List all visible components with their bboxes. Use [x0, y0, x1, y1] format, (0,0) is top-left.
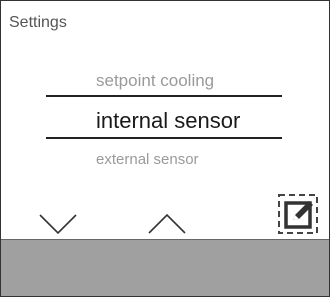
menu-item-setpoint-cooling[interactable]: setpoint cooling	[96, 71, 214, 91]
edit-button[interactable]	[277, 193, 319, 235]
chevron-down-icon	[39, 214, 77, 235]
menu-item-external-sensor[interactable]: external sensor	[96, 151, 199, 168]
chevron-up-icon	[148, 213, 186, 234]
scroll-up-button[interactable]	[147, 211, 187, 237]
menu-item-internal-sensor-selected[interactable]: internal sensor	[96, 108, 240, 134]
bottom-bar	[1, 239, 329, 296]
edit-icon	[278, 194, 318, 234]
page-title: Settings	[9, 14, 67, 31]
scroll-down-button[interactable]	[38, 211, 78, 237]
settings-screen: Settings setpoint cooling internal senso…	[0, 0, 330, 297]
selection-divider-top	[46, 95, 282, 97]
selection-divider-bottom	[46, 137, 282, 139]
